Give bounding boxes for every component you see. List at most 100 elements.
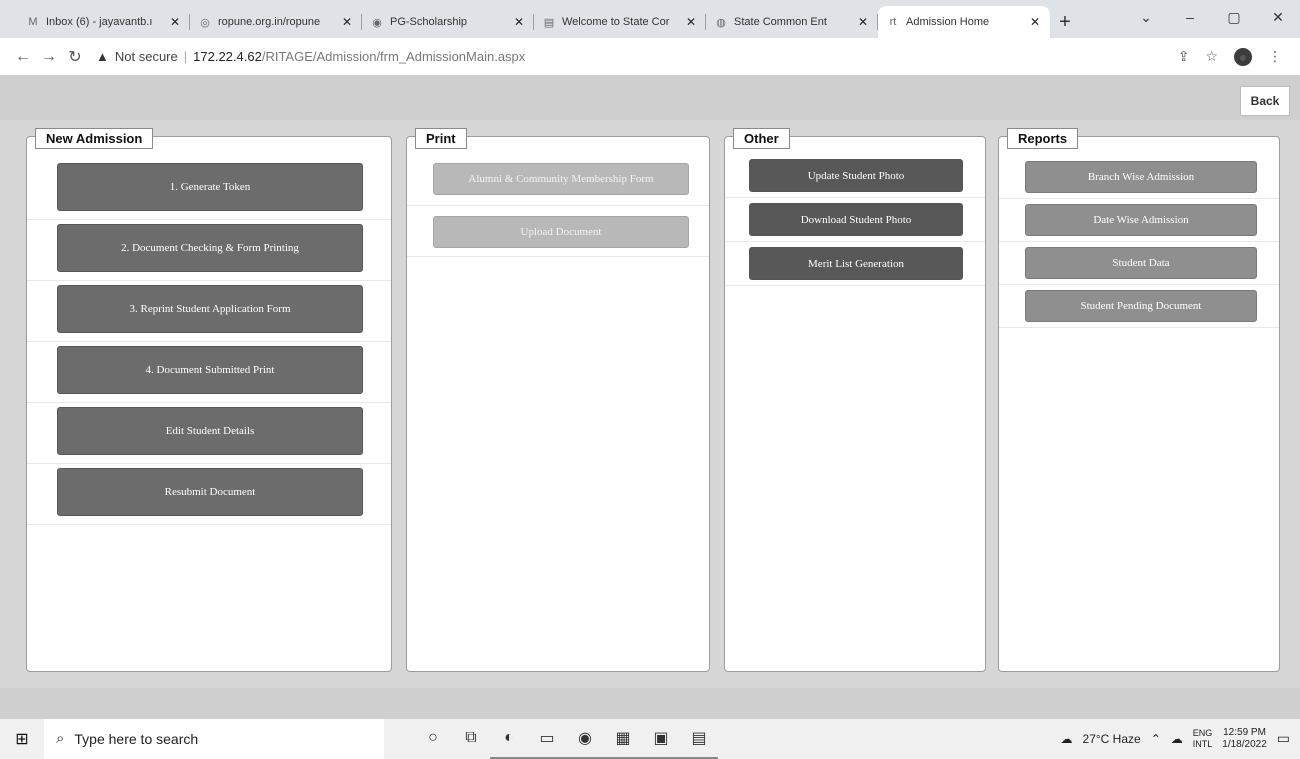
window-controls: ⌄ – ▢ ✕ <box>1124 0 1300 34</box>
list-item: 1. Generate Token <box>27 159 391 220</box>
menu-kebab-icon[interactable]: ⋮ <box>1268 48 1282 65</box>
resubmit-document-button[interactable]: Resubmit Document <box>57 468 363 516</box>
tab-title: Welcome to State Cor <box>562 16 670 28</box>
other-panel: Other Update Student Photo Download Stud… <box>724 128 986 672</box>
download-student-photo-button[interactable]: Download Student Photo <box>749 203 963 236</box>
tab-state-cet[interactable]: ◍ State Common Ent ✕ <box>706 6 878 38</box>
list-item: Update Student Photo <box>725 159 985 198</box>
list-item: Edit Student Details <box>27 403 391 464</box>
upload-document-button[interactable]: Upload Document <box>433 216 689 248</box>
clock-time: 12:59 PM <box>1223 726 1266 738</box>
taskbar: ⊞ ⌕ Type here to search ○ ⧉ ◐ ▭ ◉ ▦ ▣ ▤ … <box>0 718 1300 759</box>
tab-title: ropune.org.in/ropune <box>218 16 321 28</box>
ritage-icon: rt <box>889 16 897 28</box>
reports-panel: Reports Branch Wise Admission Date Wise … <box>998 128 1280 672</box>
close-window-icon[interactable]: ✕ <box>1256 9 1300 26</box>
scholarship-icon: ◉ <box>372 16 382 29</box>
tab-title: Inbox (6) - jayavantb.ı <box>46 16 153 28</box>
tab-gmail[interactable]: M Inbox (6) - jayavantb.ı ✕ <box>18 6 190 38</box>
search-placeholder: Type here to search <box>74 730 199 747</box>
cet-icon: ◍ <box>716 16 726 29</box>
search-icon: ⌕ <box>56 730 65 747</box>
list-item: Upload Document <box>407 206 709 257</box>
reload-icon[interactable]: ↻ <box>62 47 88 67</box>
maximize-icon[interactable]: ▢ <box>1212 9 1256 26</box>
weather-icon[interactable]: ☁ <box>1061 732 1073 746</box>
list-item: Alumni & Community Membership Form <box>407 159 709 206</box>
close-icon[interactable]: ✕ <box>168 15 182 29</box>
tab-admission-home[interactable]: rt Admission Home ✕ <box>878 6 1050 38</box>
minimize-icon[interactable]: – <box>1168 9 1212 25</box>
keyboard-layout: INTL <box>1192 738 1213 749</box>
teams-icon[interactable]: ▦ <box>604 719 642 759</box>
update-student-photo-button[interactable]: Update Student Photo <box>749 159 963 192</box>
list-item: 2. Document Checking & Form Printing <box>27 220 391 281</box>
reports-title: Reports <box>1007 128 1079 149</box>
list-item: Resubmit Document <box>27 464 391 525</box>
word-icon[interactable]: ▤ <box>680 719 718 759</box>
generate-token-button[interactable]: 1. Generate Token <box>57 163 363 211</box>
gmail-icon: M <box>28 16 38 28</box>
date-wise-admission-button[interactable]: Date Wise Admission <box>1025 204 1257 236</box>
list-item: 4. Document Submitted Print <box>27 342 391 403</box>
student-data-button[interactable]: Student Data <box>1025 247 1257 279</box>
new-admission-title: New Admission <box>35 128 154 149</box>
url-separator: | <box>183 49 188 64</box>
chrome-icon[interactable]: ◉ <box>566 719 604 759</box>
share-icon[interactable]: ⇪ <box>1178 48 1190 65</box>
url-field[interactable]: ▲ Not secure | 172.22.4.62/RITAGE/Admiss… <box>96 43 1178 71</box>
merit-list-generation-button[interactable]: Merit List Generation <box>749 247 963 280</box>
tab-search-icon[interactable]: ⌄ <box>1124 9 1168 26</box>
tab-pg-scholarship[interactable]: ◉ PG-Scholarship ✕ <box>362 6 534 38</box>
document-checking-button[interactable]: 2. Document Checking & Form Printing <box>57 224 363 272</box>
new-admission-panel: New Admission 1. Generate Token 2. Docum… <box>26 128 392 672</box>
tab-ropune[interactable]: ◎ ropune.org.in/ropune ✕ <box>190 6 362 38</box>
star-icon[interactable]: ☆ <box>1205 48 1218 65</box>
list-item: Merit List Generation <box>725 242 985 286</box>
tab-welcome-state[interactable]: ▤ Welcome to State Cor ✕ <box>534 6 706 38</box>
forward-arrow-icon[interactable]: → <box>36 48 62 66</box>
alumni-membership-form-button[interactable]: Alumni & Community Membership Form <box>433 163 689 195</box>
list-item: 3. Reprint Student Application Form <box>27 281 391 342</box>
onedrive-icon[interactable]: ☁ <box>1171 732 1183 746</box>
weather-text[interactable]: 27°C Haze <box>1083 732 1141 746</box>
close-icon[interactable]: ✕ <box>340 15 354 29</box>
chevron-up-icon[interactable]: ⌃ <box>1151 732 1161 746</box>
close-icon[interactable]: ✕ <box>684 15 698 29</box>
back-arrow-icon[interactable]: ← <box>10 48 36 66</box>
list-item: Download Student Photo <box>725 198 985 242</box>
new-tab-button[interactable]: + <box>1050 6 1080 38</box>
edge-icon[interactable]: ◐ <box>490 719 528 759</box>
profile-avatar-icon[interactable]: ● <box>1234 47 1252 66</box>
edit-student-details-button[interactable]: Edit Student Details <box>57 407 363 455</box>
list-item: Date Wise Admission <box>999 199 1279 242</box>
cortana-icon[interactable]: ○ <box>414 719 452 759</box>
url-path: /RITAGE/Admission/frm_AdmissionMain.aspx <box>261 49 526 64</box>
admission-main-page: Back New Admission 1. Generate Token 2. … <box>0 76 1300 718</box>
branch-wise-admission-button[interactable]: Branch Wise Admission <box>1025 161 1257 193</box>
task-view-icon[interactable]: ⧉ <box>452 719 490 759</box>
clock-date: 1/18/2022 <box>1222 738 1267 750</box>
document-submitted-print-button[interactable]: 4. Document Submitted Print <box>57 346 363 394</box>
list-item: Student Pending Document <box>999 285 1279 328</box>
taskbar-search-input[interactable]: ⌕ Type here to search <box>44 718 384 759</box>
url-host: 172.22.4.62 <box>193 49 262 64</box>
list-item: Branch Wise Admission <box>999 159 1279 199</box>
notification-icon[interactable]: ▭ <box>1277 730 1290 747</box>
windows-start-icon[interactable]: ⊞ <box>0 719 44 759</box>
warning-icon[interactable]: ▲ <box>96 49 109 64</box>
browser-tab-strip: M Inbox (6) - jayavantb.ı ✕ ◎ ropune.org… <box>0 0 1300 38</box>
reprint-application-button[interactable]: 3. Reprint Student Application Form <box>57 285 363 333</box>
excel-icon[interactable]: ▣ <box>642 719 680 759</box>
security-label[interactable]: Not secure <box>115 49 178 64</box>
back-button[interactable]: Back <box>1240 86 1290 116</box>
header-band <box>0 76 1300 120</box>
close-icon[interactable]: ✕ <box>856 15 870 29</box>
list-item: Student Data <box>999 242 1279 285</box>
clock[interactable]: 12:59 PM 1/18/2022 <box>1222 727 1267 751</box>
close-icon[interactable]: ✕ <box>512 15 526 29</box>
file-explorer-icon[interactable]: ▭ <box>528 719 566 759</box>
close-icon[interactable]: ✕ <box>1028 15 1042 29</box>
language-indicator[interactable]: ENG INTL <box>1193 728 1213 750</box>
student-pending-document-button[interactable]: Student Pending Document <box>1025 290 1257 322</box>
